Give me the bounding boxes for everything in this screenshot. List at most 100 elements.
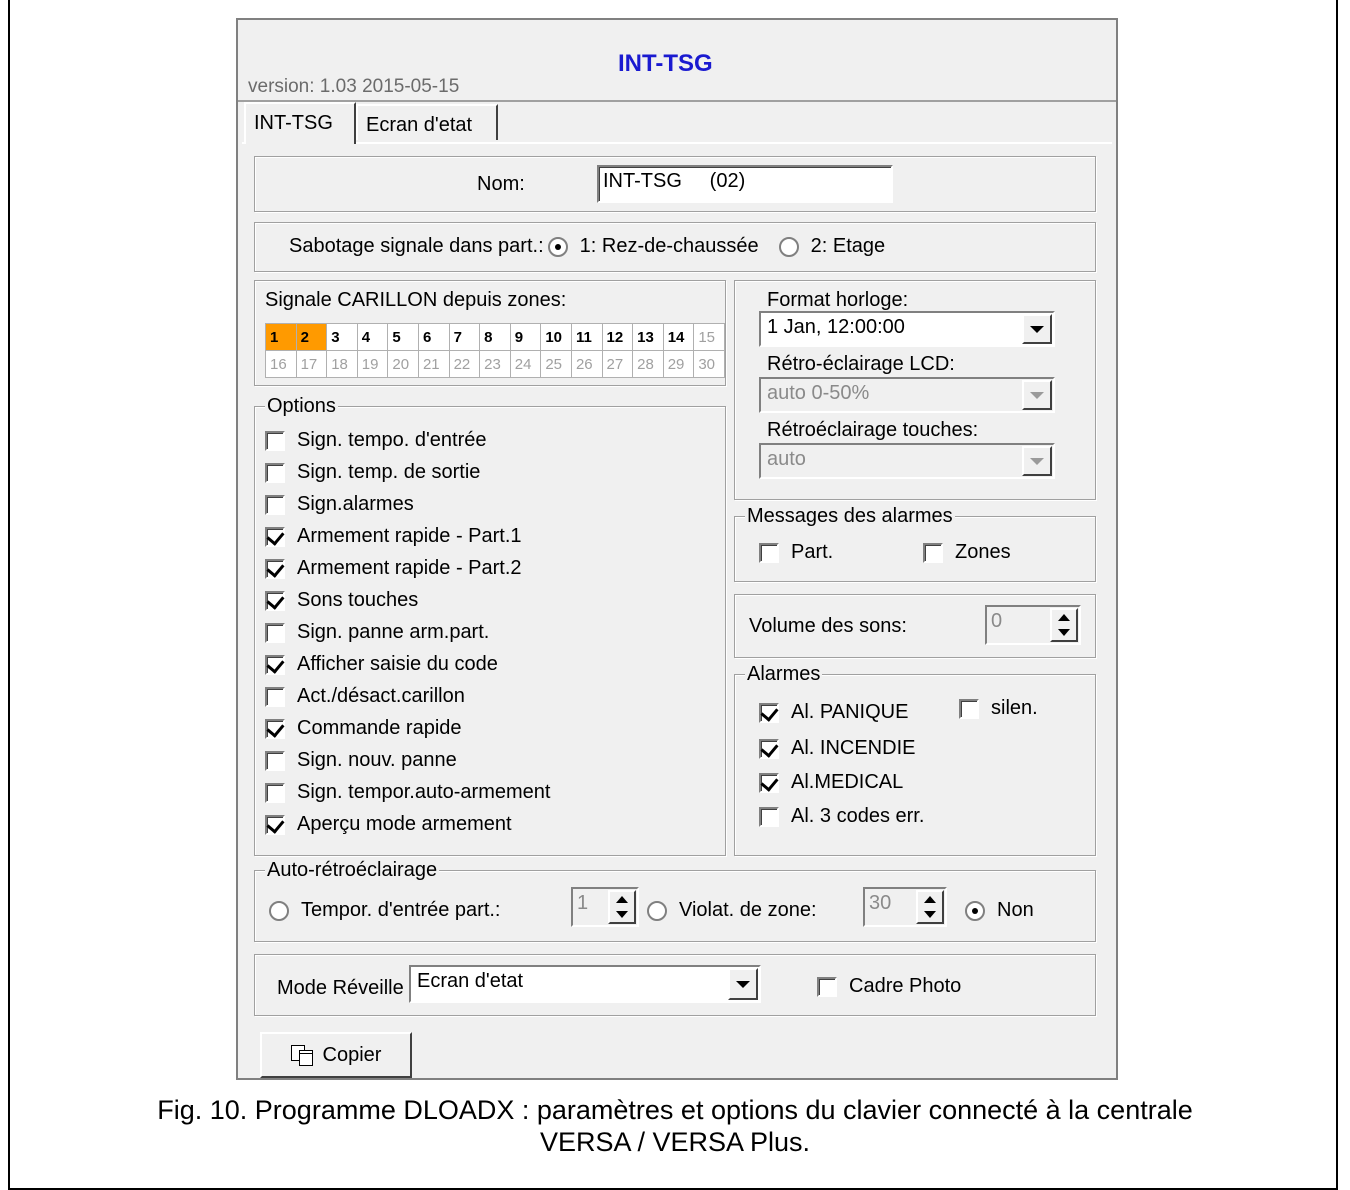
lcd-backlight-select[interactable]: auto 0-50% bbox=[759, 377, 1055, 413]
option-row[interactable]: Armement rapide - Part.1 bbox=[265, 525, 522, 548]
caption-line-2: VERSA / VERSA Plus. bbox=[539, 1127, 811, 1157]
option-checkbox[interactable] bbox=[265, 558, 285, 579]
zone-cell[interactable]: 29 bbox=[662, 350, 695, 378]
zone-cell[interactable]: 22 bbox=[448, 350, 481, 378]
option-checkbox[interactable] bbox=[265, 750, 285, 771]
fire-alarm-checkbox[interactable] bbox=[759, 738, 779, 759]
wake-mode-select[interactable]: Ecran d'etat bbox=[409, 965, 761, 1003]
zone-cell[interactable]: 28 bbox=[632, 350, 664, 378]
option-checkbox[interactable] bbox=[265, 718, 285, 739]
zone-cell[interactable]: 11 bbox=[570, 323, 603, 351]
chevron-down-icon[interactable] bbox=[1022, 446, 1052, 476]
silent-checkbox[interactable] bbox=[959, 698, 979, 719]
alarms-legend: Alarmes bbox=[745, 663, 823, 686]
keys-backlight-select[interactable]: auto bbox=[759, 443, 1055, 479]
zone-cell[interactable]: 2 bbox=[295, 323, 328, 351]
chevron-down-icon[interactable] bbox=[1022, 314, 1052, 344]
volume-spinner[interactable]: 0 bbox=[985, 605, 1081, 645]
photo-frame-checkbox[interactable] bbox=[817, 976, 837, 997]
option-row[interactable]: Sign. panne arm.part. bbox=[265, 621, 489, 644]
tamper-label: Sabotage signale dans part.: bbox=[289, 235, 544, 257]
zone-cell[interactable]: 5 bbox=[387, 323, 419, 351]
option-checkbox[interactable] bbox=[265, 590, 285, 611]
zone-cell[interactable]: 3 bbox=[326, 323, 358, 351]
zone-cell[interactable]: 20 bbox=[387, 350, 419, 378]
zone-cell[interactable]: 27 bbox=[601, 350, 634, 378]
zone-violation-spinner[interactable]: 30 bbox=[863, 887, 947, 927]
clock-format-select[interactable]: 1 Jan, 12:00:00 bbox=[759, 311, 1055, 347]
tab-panel: Nom: INT-TSG (02) Sabotage signale dans … bbox=[242, 142, 1112, 1078]
tab-ecran-etat[interactable]: Ecran d'etat bbox=[356, 104, 498, 140]
option-row[interactable]: Aperçu mode armement bbox=[265, 813, 512, 836]
zone-cell[interactable]: 8 bbox=[479, 323, 511, 351]
zone-cell[interactable]: 24 bbox=[509, 350, 542, 378]
medical-alarm-checkbox[interactable] bbox=[759, 772, 779, 793]
zone-cell[interactable]: 30 bbox=[693, 350, 725, 378]
three-codes-alarm-checkbox[interactable] bbox=[759, 806, 779, 827]
spinner-arrows-icon[interactable] bbox=[608, 890, 636, 924]
zone-cell[interactable]: 16 bbox=[265, 350, 297, 378]
zone-cell[interactable]: 1 bbox=[265, 323, 297, 351]
option-checkbox[interactable] bbox=[265, 686, 285, 707]
zone-cell[interactable]: 14 bbox=[662, 323, 695, 351]
tamper-radio-1[interactable] bbox=[547, 236, 568, 257]
zone-cell[interactable]: 19 bbox=[356, 350, 389, 378]
zone-cell[interactable]: 13 bbox=[632, 323, 664, 351]
chevron-down-icon[interactable] bbox=[1022, 380, 1052, 410]
zone-cell[interactable]: 10 bbox=[540, 323, 572, 351]
chevron-down-icon[interactable] bbox=[728, 968, 758, 1000]
zone-cell[interactable]: 4 bbox=[356, 323, 389, 351]
option-checkbox[interactable] bbox=[265, 462, 285, 483]
option-row[interactable]: Sign. tempo. d'entrée bbox=[265, 429, 487, 452]
entry-delay-radio[interactable] bbox=[269, 900, 289, 921]
option-label: Sign. panne arm.part. bbox=[297, 621, 490, 643]
option-checkbox[interactable] bbox=[265, 526, 285, 547]
option-checkbox[interactable] bbox=[265, 654, 285, 675]
option-checkbox[interactable] bbox=[265, 494, 285, 515]
tab-int-tsg[interactable]: INT-TSG bbox=[244, 102, 356, 144]
option-label: Sign. temp. de sortie bbox=[297, 461, 481, 483]
option-row[interactable]: Act./désact.carillon bbox=[265, 685, 465, 708]
panic-alarm-checkbox[interactable] bbox=[759, 702, 779, 723]
option-checkbox[interactable] bbox=[265, 782, 285, 803]
zone-cell[interactable]: 17 bbox=[295, 350, 328, 378]
zone-cell[interactable]: 12 bbox=[601, 323, 634, 351]
zone-violation-radio[interactable] bbox=[647, 900, 667, 921]
option-checkbox[interactable] bbox=[265, 814, 285, 835]
name-input[interactable]: INT-TSG (02) bbox=[597, 165, 893, 203]
option-checkbox[interactable] bbox=[265, 430, 285, 451]
caption-line-1: Fig. 10. Programme DLOADX : paramètres e… bbox=[157, 1095, 1193, 1125]
alarm-msg-part-checkbox[interactable] bbox=[759, 542, 779, 563]
checkmark-icon bbox=[266, 558, 285, 578]
option-row[interactable]: Sons touches bbox=[265, 589, 418, 612]
option-row[interactable]: Commande rapide bbox=[265, 717, 462, 740]
zone-cell[interactable]: 7 bbox=[448, 323, 481, 351]
option-row[interactable]: Sign.alarmes bbox=[265, 493, 414, 516]
option-label: Aperçu mode armement bbox=[297, 813, 512, 835]
entry-delay-spinner[interactable]: 1 bbox=[571, 887, 639, 927]
zone-cell[interactable]: 23 bbox=[479, 350, 511, 378]
tamper-radio-2[interactable] bbox=[778, 236, 799, 257]
option-row[interactable]: Afficher saisie du code bbox=[265, 653, 498, 676]
option-checkbox[interactable] bbox=[265, 622, 285, 643]
zone-cell[interactable]: 18 bbox=[326, 350, 358, 378]
zone-cell[interactable]: 15 bbox=[693, 323, 725, 351]
zone-cell[interactable]: 26 bbox=[570, 350, 603, 378]
volume-label: Volume des sons: bbox=[749, 615, 907, 637]
zone-cell[interactable]: 21 bbox=[417, 350, 450, 378]
checkmark-icon bbox=[266, 718, 285, 738]
spinner-arrows-icon[interactable] bbox=[1050, 608, 1078, 642]
option-row[interactable]: Armement rapide - Part.2 bbox=[265, 557, 522, 580]
version-label: version: 1.03 2015-05-15 bbox=[248, 76, 460, 97]
option-row[interactable]: Sign. temp. de sortie bbox=[265, 461, 480, 484]
zone-cell[interactable]: 9 bbox=[509, 323, 542, 351]
zone-cell[interactable]: 6 bbox=[417, 323, 450, 351]
option-row[interactable]: Sign. nouv. panne bbox=[265, 749, 457, 772]
copy-button[interactable]: Copier bbox=[260, 1032, 412, 1078]
spinner-arrows-icon[interactable] bbox=[916, 890, 944, 924]
auto-backlight-group: Auto-rétroéclairage Tempor. d'entrée par… bbox=[254, 859, 1096, 942]
none-radio[interactable] bbox=[965, 900, 985, 921]
option-row[interactable]: Sign. tempor.auto-armement bbox=[265, 781, 550, 804]
alarm-msg-zones-checkbox[interactable] bbox=[923, 542, 943, 563]
zone-cell[interactable]: 25 bbox=[540, 350, 572, 378]
